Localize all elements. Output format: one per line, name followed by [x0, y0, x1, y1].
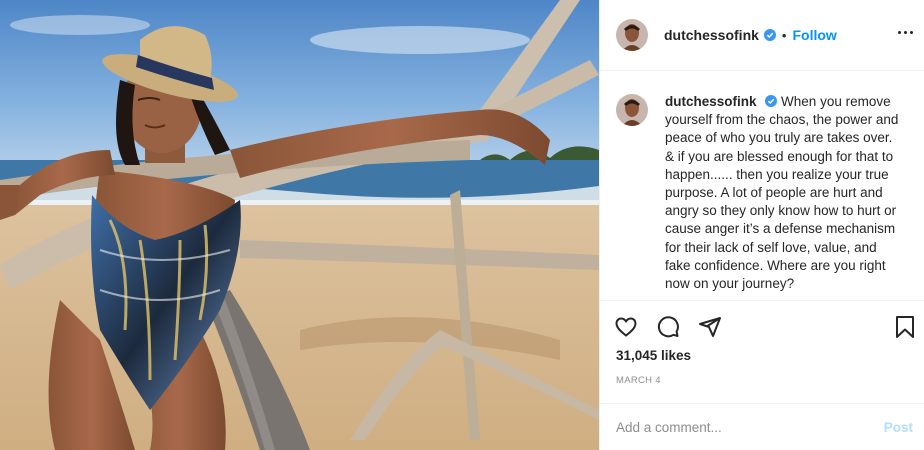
- instagram-post: dutchessofink • Follow dutchessofink Whe…: [0, 0, 924, 450]
- post-photo[interactable]: [0, 0, 599, 450]
- post-side-panel: dutchessofink • Follow dutchessofink Whe…: [599, 0, 924, 450]
- post-date[interactable]: MARCH 4: [616, 375, 661, 386]
- beach-photo-illustration: [0, 0, 599, 450]
- caption-avatar-image: [616, 94, 648, 126]
- caption-text: dutchessofink When you remove yourself f…: [665, 93, 901, 293]
- more-options-icon[interactable]: [894, 27, 917, 38]
- post-header: dutchessofink • Follow: [600, 0, 924, 71]
- caption-avatar[interactable]: [616, 94, 648, 126]
- post-comment-button[interactable]: Post: [884, 420, 913, 435]
- share-icon[interactable]: [696, 313, 724, 341]
- comment-icon[interactable]: [654, 313, 682, 341]
- header-separator: •: [781, 27, 787, 43]
- post-caption: dutchessofink When you remove yourself f…: [616, 93, 916, 293]
- likes-count[interactable]: 31,045 likes: [616, 348, 691, 363]
- header-username[interactable]: dutchessofink: [664, 27, 759, 43]
- action-icons: [612, 313, 724, 341]
- bookmark-icon[interactable]: [891, 313, 919, 341]
- caption-username[interactable]: dutchessofink: [665, 94, 757, 109]
- post-actions: 31,045 likes MARCH 4 Post: [600, 300, 924, 450]
- avatar-image: [616, 19, 648, 51]
- comment-input[interactable]: [616, 420, 884, 435]
- avatar[interactable]: [616, 19, 648, 51]
- comment-bar: Post: [600, 403, 924, 450]
- follow-button[interactable]: Follow: [792, 27, 836, 43]
- caption-body: When you remove yourself from the chaos,…: [665, 94, 899, 292]
- heart-icon[interactable]: [612, 313, 640, 341]
- caption-verified-badge-icon: [765, 95, 778, 107]
- verified-badge-icon: [763, 29, 776, 41]
